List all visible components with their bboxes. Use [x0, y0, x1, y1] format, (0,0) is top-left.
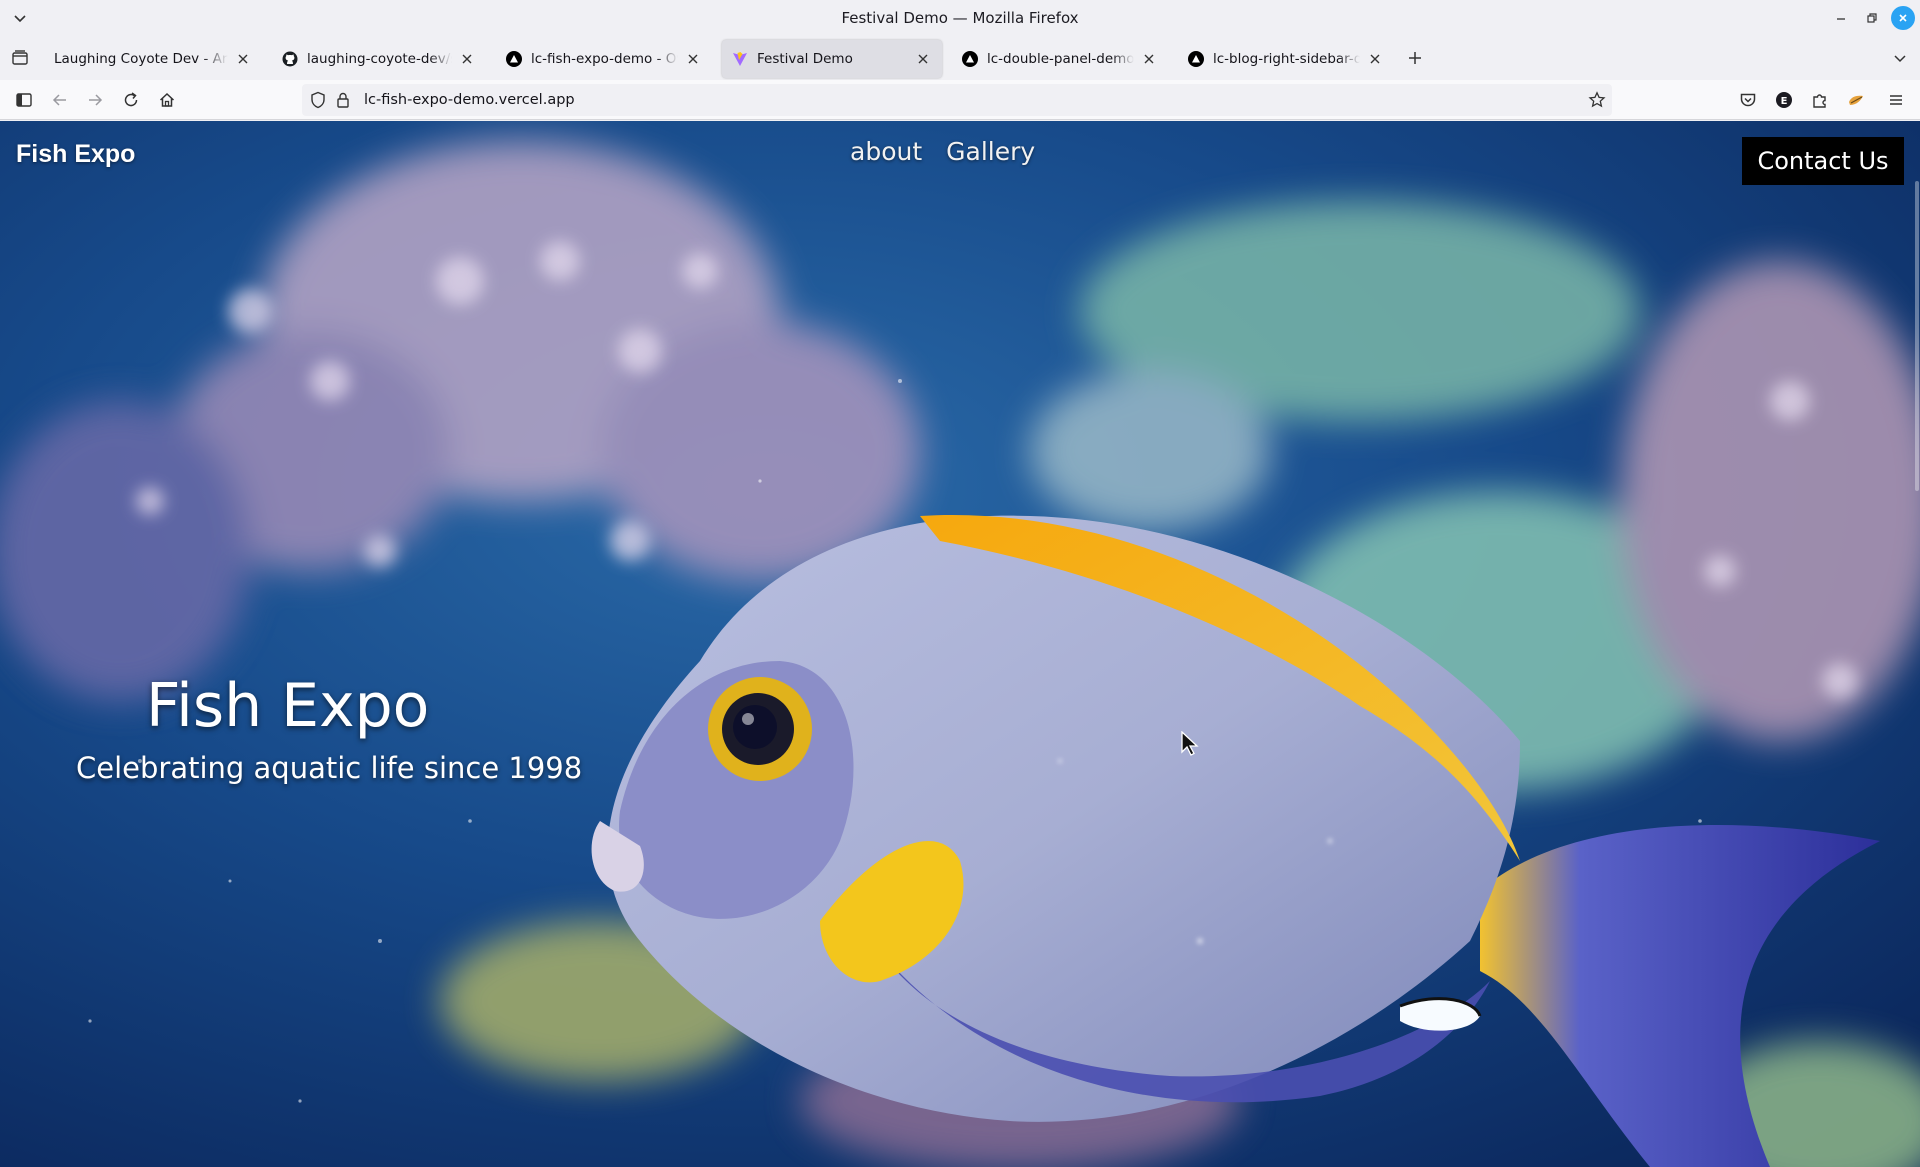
close-tab-icon[interactable]: [684, 50, 702, 68]
close-tab-icon[interactable]: [1140, 50, 1158, 68]
hero-background-image: [0, 121, 1920, 1167]
tab-label: lc-double-panel-demo - Overvi: [987, 51, 1134, 67]
forward-arrow-icon[interactable]: [83, 88, 107, 112]
tab-label: lc-blog-right-sidebar-demo-l: [1213, 51, 1360, 67]
url-text[interactable]: lc-fish-expo-demo.vercel.app: [364, 92, 575, 108]
mouse-cursor-icon: [1181, 730, 1201, 761]
extensions-puzzle-icon[interactable]: [1808, 88, 1832, 112]
site-nav: about Gallery: [850, 137, 1035, 166]
pocket-icon[interactable]: [1736, 88, 1760, 112]
tab-lc-blog-right-sidebar-demo[interactable]: lc-blog-right-sidebar-demo-l: [1178, 40, 1394, 78]
hamburger-menu-icon[interactable]: [1884, 88, 1908, 112]
minimize-button[interactable]: [1829, 6, 1853, 30]
contact-us-button[interactable]: Contact Us: [1742, 137, 1904, 185]
vercel-icon: [506, 51, 522, 67]
svg-text:E: E: [1781, 96, 1788, 107]
firefox-view-icon[interactable]: [8, 46, 32, 70]
hero-title: Fish Expo: [146, 671, 430, 741]
list-all-tabs-chevron-icon[interactable]: [1888, 46, 1912, 70]
tab-label: Festival Demo: [757, 51, 853, 67]
address-bar[interactable]: lc-fish-expo-demo.vercel.app: [302, 84, 1612, 116]
close-window-button[interactable]: [1891, 6, 1915, 30]
window-titlebar: Festival Demo — Mozilla Firefox: [0, 0, 1920, 36]
scrollbar-thumb[interactable]: [1915, 181, 1919, 491]
nav-link-gallery[interactable]: Gallery: [946, 137, 1035, 166]
window-title: Festival Demo — Mozilla Firefox: [841, 9, 1079, 27]
back-arrow-icon[interactable]: [48, 88, 72, 112]
close-tab-icon[interactable]: [914, 50, 932, 68]
account-avatar-icon[interactable]: E: [1772, 88, 1796, 112]
bookmark-star-icon[interactable]: [1588, 91, 1606, 113]
tracking-protection-shield-icon[interactable]: [310, 91, 326, 113]
tab-github-repo[interactable]: laughing-coyote-dev/src/conte: [272, 40, 486, 78]
restore-button[interactable]: [1860, 6, 1884, 30]
site-logo[interactable]: Fish Expo: [16, 140, 135, 169]
close-tab-icon[interactable]: [1366, 50, 1384, 68]
home-icon[interactable]: [155, 88, 179, 112]
navigation-toolbar: lc-fish-expo-demo.vercel.app E: [0, 80, 1920, 120]
tab-label: lc-fish-expo-demo - Overview: [531, 51, 678, 67]
vite-icon: [732, 51, 748, 67]
tab-laughing-coyote-dev[interactable]: Laughing Coyote Dev - Articles, T: [44, 40, 262, 78]
github-icon: [282, 51, 298, 67]
web-page: Fish Expo about Gallery Contact Us Fish …: [0, 121, 1920, 1167]
new-tab-plus-icon[interactable]: [1403, 46, 1427, 70]
vercel-icon: [962, 51, 978, 67]
tab-festival-demo[interactable]: Festival Demo: [722, 40, 942, 78]
close-tab-icon[interactable]: [458, 50, 476, 68]
hero-subtitle: Celebrating aquatic life since 1998: [76, 751, 583, 785]
tab-label: laughing-coyote-dev/src/conte: [307, 51, 452, 67]
tab-lc-fish-expo-demo[interactable]: lc-fish-expo-demo - Overview: [496, 40, 712, 78]
nav-link-about[interactable]: about: [850, 137, 922, 166]
close-tab-icon[interactable]: [234, 50, 252, 68]
vercel-icon: [1188, 51, 1204, 67]
tab-strip: Laughing Coyote Dev - Articles, T laughi…: [0, 36, 1920, 80]
tab-label: Laughing Coyote Dev - Articles, T: [54, 51, 228, 67]
lock-icon[interactable]: [336, 91, 350, 113]
tab-lc-double-panel-demo[interactable]: lc-double-panel-demo - Overvi: [952, 40, 1168, 78]
reload-icon[interactable]: [119, 88, 143, 112]
extension-fox-icon[interactable]: [1844, 88, 1868, 112]
page-scrollbar[interactable]: [1914, 121, 1920, 1167]
sidebar-toggle-icon[interactable]: [12, 88, 36, 112]
